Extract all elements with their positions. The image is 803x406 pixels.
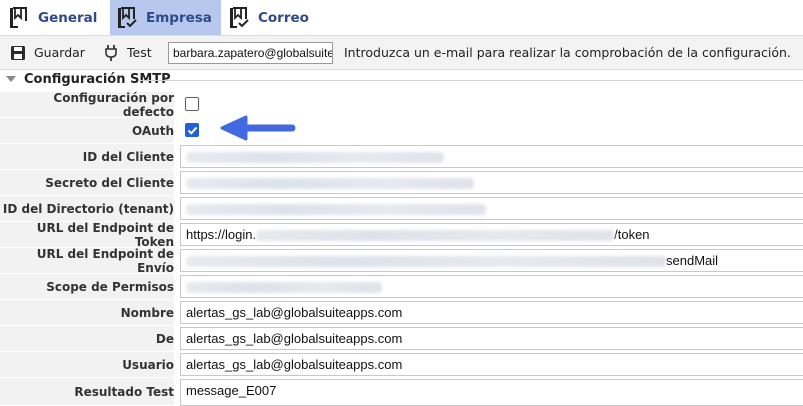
from-label: De bbox=[0, 326, 174, 352]
tab-general[interactable]: General bbox=[8, 0, 97, 35]
token-url-field[interactable]: https://login. /token bbox=[180, 223, 803, 246]
send-url-suffix: sendMail bbox=[666, 253, 719, 268]
plug-icon bbox=[105, 44, 117, 61]
token-url-label: URL del Endpoint de Token bbox=[0, 221, 174, 249]
row-default-config: Configuración por defecto bbox=[0, 91, 803, 119]
tenant-id-field[interactable] bbox=[180, 197, 803, 220]
scope-label: Scope de Permisos bbox=[0, 274, 174, 300]
row-client-secret: Secreto del Cliente bbox=[0, 170, 803, 196]
row-name: Nombre alertas_gs_lab@globalsuiteapps.co… bbox=[0, 300, 803, 326]
row-from: De alertas_gs_lab@globalsuiteapps.com bbox=[0, 326, 803, 352]
save-label: Guardar bbox=[34, 45, 85, 60]
row-user: Usuario alertas_gs_lab@globalsuiteapps.c… bbox=[0, 352, 803, 378]
test-result-field: message_E007 bbox=[180, 379, 803, 406]
toolbar-hint: Introduzca un e-mail para realizar la co… bbox=[344, 45, 791, 60]
name-label: Nombre bbox=[0, 300, 174, 326]
toolbar: Guardar Test barbara.zapatero@globalsuit… bbox=[0, 35, 803, 70]
tab-general-label: General bbox=[38, 9, 98, 26]
tab-empresa[interactable]: Empresa bbox=[110, 0, 221, 35]
user-label: Usuario bbox=[0, 352, 174, 378]
row-test-result: Resultado Test message_E007 bbox=[0, 378, 803, 406]
user-field[interactable]: alertas_gs_lab@globalsuiteapps.com bbox=[180, 353, 803, 376]
check-icon bbox=[187, 126, 198, 135]
oauth-checkbox[interactable] bbox=[185, 123, 199, 137]
row-send-url: URL del Endpoint de Envío sendMail bbox=[0, 247, 803, 275]
row-scope: Scope de Permisos bbox=[0, 274, 803, 300]
annotation-arrow-icon bbox=[220, 115, 296, 141]
token-url-redacted bbox=[256, 230, 615, 242]
client-id-field[interactable] bbox=[180, 145, 803, 168]
send-url-label: URL del Endpoint de Envío bbox=[0, 247, 174, 275]
row-oauth: OAuth bbox=[0, 118, 803, 144]
collapse-triangle-icon[interactable] bbox=[6, 76, 16, 82]
from-field[interactable]: alertas_gs_lab@globalsuiteapps.com bbox=[180, 327, 803, 350]
save-icon bbox=[11, 45, 25, 60]
token-url-prefix: https://login. bbox=[186, 227, 257, 242]
token-url-suffix: /token bbox=[614, 227, 650, 242]
client-id-label: ID del Cliente bbox=[0, 144, 174, 170]
oauth-label: OAuth bbox=[0, 118, 174, 144]
test-label: Test bbox=[127, 45, 152, 60]
bookmark-check-icon bbox=[118, 6, 137, 28]
row-tenant-id: ID del Directorio (tenant) bbox=[0, 196, 803, 222]
default-config-label: Configuración por defecto bbox=[0, 91, 174, 119]
tab-empresa-label: Empresa bbox=[146, 9, 212, 26]
section-divider bbox=[138, 80, 803, 81]
send-url-field[interactable]: sendMail bbox=[180, 249, 803, 272]
test-email-input[interactable]: barbara.zapatero@globalsuiteapps.com bbox=[168, 42, 333, 64]
test-button[interactable]: Test bbox=[104, 36, 152, 69]
name-field[interactable]: alertas_gs_lab@globalsuiteapps.com bbox=[180, 301, 803, 324]
default-config-checkbox[interactable] bbox=[185, 97, 199, 111]
save-button[interactable]: Guardar bbox=[10, 36, 85, 69]
scope-field[interactable] bbox=[180, 275, 803, 298]
row-client-id: ID del Cliente bbox=[0, 144, 803, 170]
tenant-id-label: ID del Directorio (tenant) bbox=[0, 196, 174, 222]
client-secret-field[interactable] bbox=[180, 171, 803, 194]
smtp-section-header[interactable]: Configuración SMTP bbox=[0, 70, 803, 90]
bookmark-icon bbox=[10, 6, 27, 28]
tab-bar: General Empresa Correo bbox=[0, 0, 803, 35]
tab-correo[interactable]: Correo bbox=[228, 0, 309, 35]
row-token-url: URL del Endpoint de Token https://login.… bbox=[0, 221, 803, 249]
bookmark-check-icon bbox=[230, 6, 249, 28]
client-secret-label: Secreto del Cliente bbox=[0, 170, 174, 196]
send-url-redacted bbox=[186, 256, 666, 268]
tab-correo-label: Correo bbox=[258, 9, 309, 26]
test-result-label: Resultado Test bbox=[0, 378, 174, 406]
